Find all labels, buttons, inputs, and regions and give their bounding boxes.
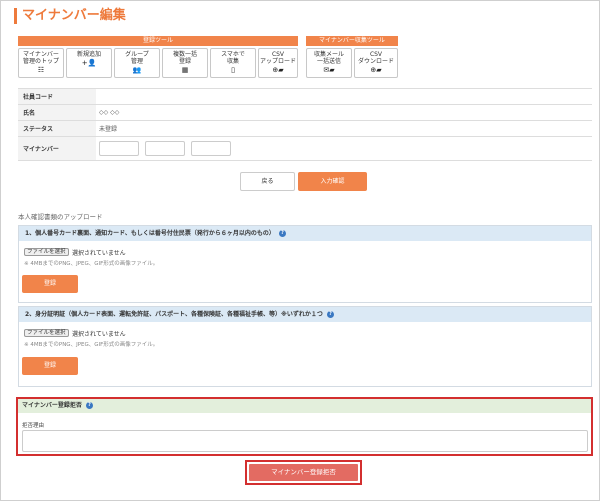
mynumber-inputs — [96, 137, 592, 160]
upload-panel-2-header: 2、身分証明証（個人カード表面、運転免許証、パスポート、各種保険証、各種福祉手帳… — [19, 307, 591, 322]
bulk-register-label: 複数一括 登録 — [172, 51, 197, 65]
info-row-name: 氏名 ◇◇ ◇◇ — [18, 105, 592, 121]
smartphone-collect-button[interactable]: スマホで 収集 ▯ — [210, 48, 256, 78]
upload-panel-1: 1、個人番号カード裏面、通知カード、もしくは番号付住民票（発行から６ヶ月以内のも… — [18, 225, 592, 303]
reject-title: マイナンバー登録拒否 — [22, 402, 82, 409]
reject-reason-textarea[interactable] — [22, 430, 588, 452]
reject-header: マイナンバー登録拒否? — [18, 399, 591, 413]
smartphone-icon: ▯ — [231, 66, 235, 74]
upload-panel-1-header: 1、個人番号カード裏面、通知カード、もしくは番号付住民票（発行から６ヶ月以内のも… — [19, 226, 591, 241]
page-title: マイナンバー編集 — [14, 8, 126, 24]
upload-folder-icon: ⊕▰ — [272, 66, 284, 74]
table-icon: ▦ — [181, 66, 189, 74]
bulk-mail-label: 収集メール 一括送信 — [313, 51, 344, 65]
mail-folder-icon: ✉▰ — [323, 66, 335, 74]
reject-button-highlight: マイナンバー登録拒否 — [245, 460, 362, 485]
file-status-1: 選択されていません — [72, 250, 126, 257]
group-manage-label: グループ 管理 — [125, 51, 149, 65]
name-label: 氏名 — [18, 105, 96, 120]
file-note-1: ※ 4MBまでのPNG、JPEG、GIF形式の画像ファイル。 — [24, 261, 159, 267]
upload-panel-2: 2、身分証明証（個人カード表面、運転免許証、パスポート、各種保険証、各種福祉手帳… — [18, 306, 592, 387]
back-button[interactable]: 戻る — [240, 172, 295, 191]
employee-info-table: 社員コード 氏名 ◇◇ ◇◇ ステータス 未登録 マイナンバー — [18, 88, 592, 161]
upload-panel-2-title: 2、身分証明証（個人カード表面、運転免許証、パスポート、各種保険証、各種福祉手帳… — [25, 311, 323, 318]
info-row-employee-code: 社員コード — [18, 89, 592, 105]
list-icon: ☷ — [37, 66, 45, 74]
add-new-button[interactable]: 新規追加 +👤 — [66, 48, 112, 78]
info-row-status: ステータス 未登録 — [18, 121, 592, 137]
mynumber-input-3[interactable] — [191, 141, 231, 156]
file-status-2: 選択されていません — [72, 331, 126, 338]
info-row-mynumber: マイナンバー — [18, 137, 592, 161]
confirm-input-button[interactable]: 入力確認 — [298, 172, 367, 191]
employee-code-value — [96, 89, 592, 104]
bulk-register-button[interactable]: 複数一括 登録 ▦ — [162, 48, 208, 78]
toolbar-group-registration: 登録ツール — [18, 36, 298, 46]
add-user-icon: +👤 — [81, 59, 97, 67]
csv-upload-button[interactable]: CSV アップロード ⊕▰ — [258, 48, 298, 78]
file-note-2: ※ 4MBまでのPNG、JPEG、GIF形式の画像ファイル。 — [24, 342, 159, 348]
help-icon[interactable]: ? — [326, 311, 334, 318]
choose-file-button-1[interactable]: ファイルを選択 — [24, 248, 69, 256]
mynumber-reject-section: マイナンバー登録拒否? 拒否理由 — [16, 397, 593, 456]
group-manage-button[interactable]: グループ 管理 👥 — [114, 48, 160, 78]
mynumber-input-2[interactable] — [145, 141, 185, 156]
register-button-2[interactable]: 登録 — [22, 357, 78, 375]
mynumber-top-label: マイナンバー 管理のトップ — [22, 51, 59, 65]
reject-reason-label: 拒否理由 — [22, 423, 45, 429]
mynumber-reject-button[interactable]: マイナンバー登録拒否 — [249, 464, 358, 481]
mynumber-top-button[interactable]: マイナンバー 管理のトップ ☷ — [18, 48, 64, 78]
help-icon[interactable]: ? — [85, 402, 93, 409]
upload-panel-1-title: 1、個人番号カード裏面、通知カード、もしくは番号付住民票（発行から６ヶ月以内のも… — [25, 230, 275, 237]
mynumber-label: マイナンバー — [18, 137, 96, 160]
smartphone-collect-label: スマホで 収集 — [221, 51, 245, 65]
csv-download-label: CSV ダウンロード — [357, 51, 394, 65]
register-button-1[interactable]: 登録 — [22, 275, 78, 293]
csv-upload-label: CSV アップロード — [259, 51, 296, 65]
page-frame: マイナンバー編集 登録ツール マイナンバー収集ツール マイナンバー 管理のトップ… — [0, 0, 600, 501]
bulk-mail-button[interactable]: 収集メール 一括送信 ✉▰ — [306, 48, 352, 78]
csv-download-button[interactable]: CSV ダウンロード ⊕▰ — [354, 48, 398, 78]
page-title-text: マイナンバー編集 — [22, 8, 126, 23]
choose-file-button-2[interactable]: ファイルを選択 — [24, 329, 69, 337]
help-icon[interactable]: ? — [278, 230, 286, 237]
employee-code-label: 社員コード — [18, 89, 96, 104]
upload-section-title: 本人確認書類のアップロード — [18, 213, 103, 221]
mynumber-input-1[interactable] — [99, 141, 139, 156]
status-value: 未登録 — [99, 126, 118, 133]
users-icon: 👥 — [132, 66, 142, 74]
name-value: ◇◇ ◇◇ — [99, 109, 120, 116]
add-new-label: 新規追加 — [76, 51, 101, 58]
toolbar-group-collection: マイナンバー収集ツール — [306, 36, 398, 46]
status-label: ステータス — [18, 121, 96, 136]
download-folder-icon: ⊕▰ — [370, 66, 382, 74]
